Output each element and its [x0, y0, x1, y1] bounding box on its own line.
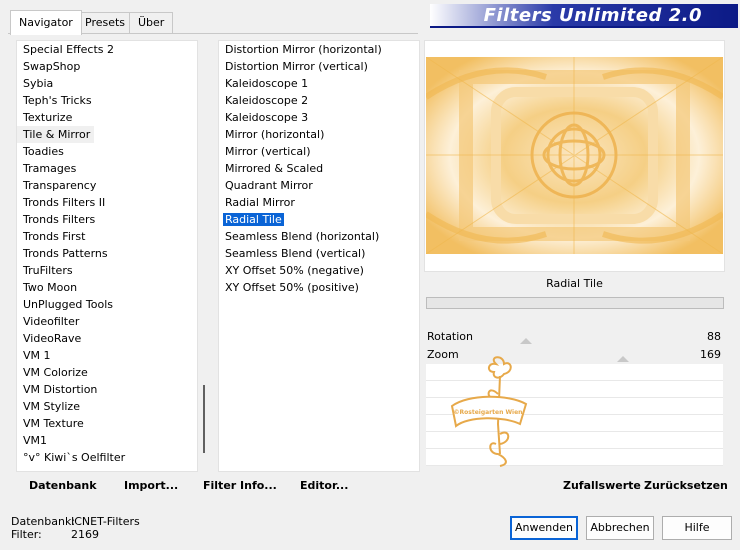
- current-filter-name: Radial Tile: [426, 272, 723, 296]
- status-filter-label: Filter:: [11, 528, 42, 541]
- param-rotation[interactable]: Rotation 88: [426, 328, 723, 345]
- filter-item[interactable]: Mirrored & Scaled: [219, 160, 419, 177]
- filter-info-button[interactable]: Filter Info...: [203, 479, 277, 492]
- category-item[interactable]: Tronds Patterns: [17, 245, 197, 262]
- category-item[interactable]: Special Effects 2: [17, 41, 197, 58]
- filter-item[interactable]: Mirror (horizontal): [219, 126, 419, 143]
- filter-item[interactable]: Seamless Blend (vertical): [219, 245, 419, 262]
- category-item[interactable]: VM Colorize: [17, 364, 197, 381]
- import-button[interactable]: Import...: [124, 479, 178, 492]
- category-item[interactable]: UnPlugged Tools: [17, 296, 197, 313]
- filter-item[interactable]: Mirror (vertical): [219, 143, 419, 160]
- param-value: 169: [700, 348, 721, 361]
- param-label: Rotation: [427, 330, 474, 343]
- category-item[interactable]: VM Stylize: [17, 398, 197, 415]
- category-item[interactable]: Tramages: [17, 160, 197, 177]
- filter-item[interactable]: Distortion Mirror (horizontal): [219, 41, 419, 58]
- category-item[interactable]: °v° Kiwi`s Oelfilter: [17, 449, 197, 466]
- filter-item[interactable]: Kaleidoscope 1: [219, 75, 419, 92]
- cancel-button[interactable]: Abbrechen: [586, 516, 654, 540]
- filter-item[interactable]: Kaleidoscope 2: [219, 92, 419, 109]
- filter-item[interactable]: Distortion Mirror (vertical): [219, 58, 419, 75]
- watermark-text: ©Rosteigarten Wien: [454, 409, 523, 416]
- filter-item[interactable]: Quadrant Mirror: [219, 177, 419, 194]
- slider-handle-rotation[interactable]: [520, 338, 532, 344]
- status-db-value: ICNET-Filters: [71, 515, 140, 528]
- category-item[interactable]: VM Distortion: [17, 381, 197, 398]
- category-item[interactable]: Tronds First: [17, 228, 197, 245]
- param-value: 88: [707, 330, 721, 343]
- category-item[interactable]: Sybia: [17, 75, 197, 92]
- category-item[interactable]: Teph's Tricks: [17, 92, 197, 109]
- zuruecksetzen-button[interactable]: Zurücksetzen: [644, 479, 728, 492]
- scrollbar-thumb[interactable]: [203, 385, 205, 453]
- tab-navigator[interactable]: Navigator: [10, 10, 82, 35]
- app-banner: Filters Unlimited 2.0: [430, 4, 738, 28]
- status-filter-value: 2169: [71, 528, 99, 541]
- status-db-label: Datenbank:: [11, 515, 76, 528]
- category-item[interactable]: Transparency: [17, 177, 197, 194]
- zufallswerte-button[interactable]: Zufallswerte: [563, 479, 641, 492]
- category-item[interactable]: SwapShop: [17, 58, 197, 75]
- category-item[interactable]: Tile & Mirror: [17, 126, 95, 143]
- datenbank-button[interactable]: Datenbank: [29, 479, 97, 492]
- category-item[interactable]: Texturize: [17, 109, 197, 126]
- filter-item[interactable]: Radial Tile: [219, 211, 419, 228]
- category-item[interactable]: Videofilter: [17, 313, 197, 330]
- filter-item-label: Radial Tile: [223, 213, 284, 226]
- category-list[interactable]: Special Effects 2 SwapShop Sybia Teph's Tri…: [16, 40, 198, 472]
- category-item[interactable]: VM1: [17, 432, 197, 449]
- progress-bar: [426, 297, 724, 309]
- filter-item[interactable]: XY Offset 50% (positive): [219, 279, 419, 296]
- category-item[interactable]: TruFilters: [17, 262, 197, 279]
- filter-item[interactable]: Seamless Blend (horizontal): [219, 228, 419, 245]
- filter-item[interactable]: Radial Mirror: [219, 194, 419, 211]
- filter-list[interactable]: Distortion Mirror (horizontal) Distortion…: [218, 40, 420, 472]
- category-item[interactable]: VideoRave: [17, 330, 197, 347]
- filter-item[interactable]: Kaleidoscope 3: [219, 109, 419, 126]
- tab-presets[interactable]: Presets: [76, 12, 135, 33]
- category-item[interactable]: VM Texture: [17, 415, 197, 432]
- slider-handle-zoom[interactable]: [617, 356, 629, 362]
- category-item[interactable]: Tronds Filters II: [17, 194, 197, 211]
- watermark-logo: ©Rosteigarten Wien: [448, 354, 528, 468]
- filter-item[interactable]: XY Offset 50% (negative): [219, 262, 419, 279]
- category-item[interactable]: Two Moon: [17, 279, 197, 296]
- category-scrollbar[interactable]: [198, 40, 210, 470]
- editor-button[interactable]: Editor...: [300, 479, 348, 492]
- category-item[interactable]: VM 1: [17, 347, 197, 364]
- help-button[interactable]: Hilfe: [662, 516, 732, 540]
- preview-image: [426, 57, 723, 254]
- tab-uber[interactable]: Über: [129, 12, 174, 33]
- apply-button[interactable]: Anwenden: [510, 516, 578, 540]
- app-title: Filters Unlimited 2.0: [483, 5, 702, 26]
- category-item[interactable]: Toadies: [17, 143, 197, 160]
- category-item[interactable]: Tronds Filters: [17, 211, 197, 228]
